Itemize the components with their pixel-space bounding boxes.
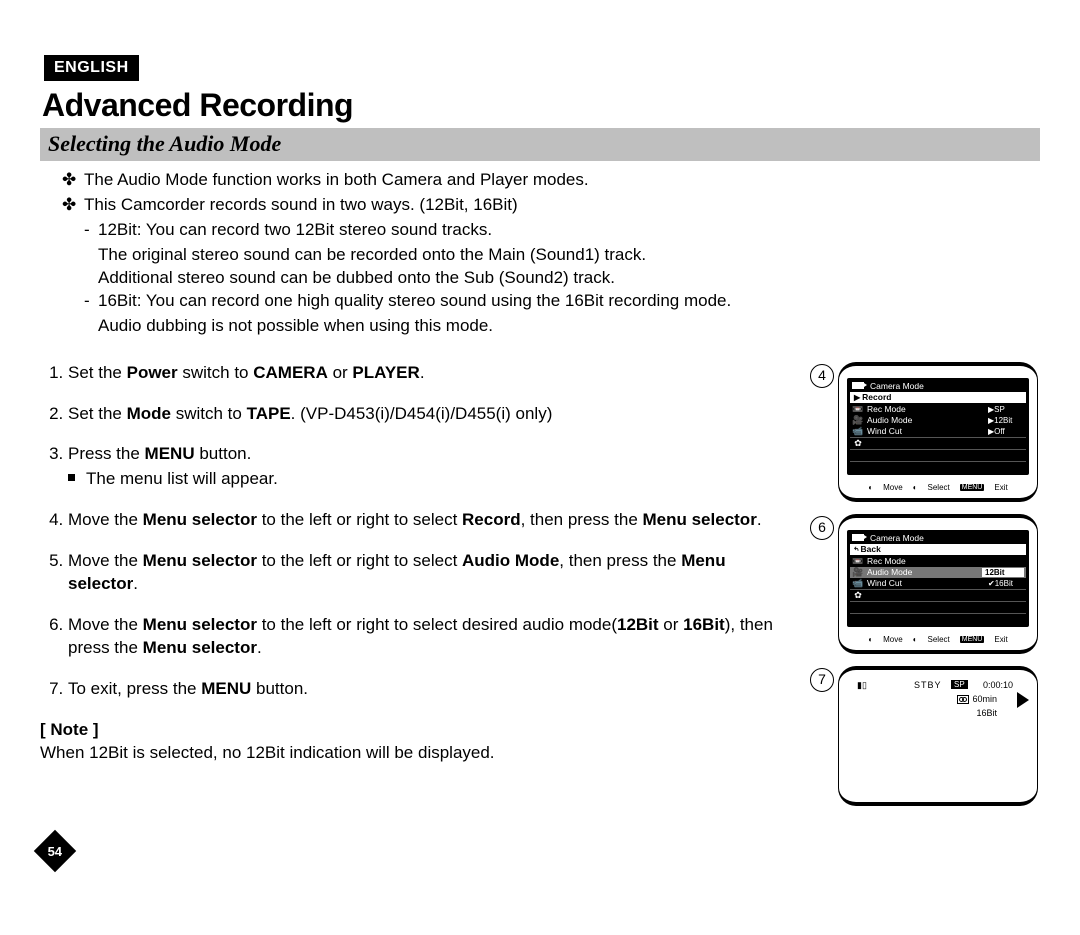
diagram-6: 6 Camera Mode ⤶Back 📼Rec Mode 🎥Audio Mod… bbox=[810, 514, 1040, 654]
intro-block: ✤ The Audio Mode function works in both … bbox=[40, 169, 1040, 338]
step-item: To exit, press the MENU button. bbox=[68, 678, 800, 701]
back-icon: ⤶ bbox=[854, 544, 858, 554]
movie-icon: 🎥 bbox=[852, 567, 864, 578]
step-subitem: The menu list will appear. bbox=[68, 468, 800, 491]
step-number-badge: 7 bbox=[810, 668, 834, 692]
sp-badge: SP bbox=[951, 680, 968, 689]
camcorder-icon: 📹 bbox=[852, 578, 864, 589]
intro-line: The Audio Mode function works in both Ca… bbox=[84, 169, 589, 192]
page-title: Advanced Recording bbox=[42, 87, 1040, 124]
timecode: 0:00:10 bbox=[983, 680, 1013, 690]
language-badge: ENGLISH bbox=[44, 55, 139, 81]
menu-badge-icon: MENU bbox=[960, 636, 985, 643]
play-icon: ▶ bbox=[854, 393, 860, 402]
bullet-icon: ✤ bbox=[62, 169, 84, 192]
intro-subline: Additional stereo sound can be dubbed on… bbox=[62, 267, 1040, 290]
note-text: When 12Bit is selected, no 12Bit indicat… bbox=[40, 742, 800, 765]
bullet-icon: ✤ bbox=[62, 194, 84, 217]
section-heading: Selecting the Audio Mode bbox=[40, 128, 1040, 161]
step-item: Set the Power switch to CAMERA or PLAYER… bbox=[68, 362, 800, 385]
diagram-column: 4 Camera Mode ▶Record 📼Rec Mode▶SP 🎥Audi… bbox=[810, 362, 1040, 806]
lcd-screen: Camera Mode ⤶Back 📼Rec Mode 🎥Audio Mode1… bbox=[838, 514, 1038, 654]
intro-subline: The original stereo sound can be recorde… bbox=[62, 244, 1040, 267]
movie-icon: 🎥 bbox=[852, 415, 864, 426]
camera-icon bbox=[852, 382, 864, 389]
gear-icon: ✿ bbox=[852, 590, 864, 601]
step-number-badge: 4 bbox=[810, 364, 834, 388]
lcd-footer: ◐Move ◐Select MENUExit bbox=[839, 635, 1037, 644]
move-icon: ◐ bbox=[868, 635, 873, 644]
step-item: Move the Menu selector to the left or ri… bbox=[68, 614, 800, 660]
move-icon: ◐ bbox=[868, 483, 873, 492]
select-icon: ◐ bbox=[913, 483, 918, 492]
tape-icon: 📼 bbox=[852, 404, 864, 415]
battery-icon: ▮▯ bbox=[857, 680, 867, 691]
camera-icon bbox=[852, 534, 864, 541]
step-item: Press the MENU button. The menu list wil… bbox=[68, 443, 800, 491]
lcd-footer: ◐Move ◐Select MENUExit bbox=[839, 483, 1037, 492]
step-item: Move the Menu selector to the left or ri… bbox=[68, 509, 800, 532]
play-triangle-icon bbox=[1017, 692, 1029, 708]
note-label: [ Note ] bbox=[40, 719, 800, 742]
step-number-badge: 6 bbox=[810, 516, 834, 540]
diagram-4: 4 Camera Mode ▶Record 📼Rec Mode▶SP 🎥Audi… bbox=[810, 362, 1040, 502]
page-number-badge: 54 bbox=[34, 829, 76, 871]
intro-line: This Camcorder records sound in two ways… bbox=[84, 194, 518, 217]
lcd-screen: ▮▯ STBY SP 0:00:10 60min 16Bit bbox=[838, 666, 1038, 806]
step-item: Set the Mode switch to TAPE. (VP-D453(i)… bbox=[68, 403, 800, 426]
status-text: STBY bbox=[914, 680, 942, 690]
camcorder-icon: 📹 bbox=[852, 426, 864, 437]
diagram-7: 7 ▮▯ STBY SP 0:00:10 60min 16Bit bbox=[810, 666, 1040, 806]
cassette-icon bbox=[957, 695, 969, 704]
intro-subline: 16Bit: You can record one high quality s… bbox=[62, 290, 1040, 313]
intro-subline: 12Bit: You can record two 12Bit stereo s… bbox=[62, 219, 1040, 242]
intro-subline: Audio dubbing is not possible when using… bbox=[62, 315, 1040, 338]
steps-column: Set the Power switch to CAMERA or PLAYER… bbox=[40, 362, 810, 806]
tape-remaining: 60min bbox=[957, 694, 997, 704]
tape-icon: 📼 bbox=[852, 556, 864, 567]
step-item: Move the Menu selector to the left or ri… bbox=[68, 550, 800, 596]
gear-icon: ✿ bbox=[852, 438, 864, 449]
lcd-screen: Camera Mode ▶Record 📼Rec Mode▶SP 🎥Audio … bbox=[838, 362, 1038, 502]
menu-badge-icon: MENU bbox=[960, 484, 985, 491]
select-icon: ◐ bbox=[913, 635, 918, 644]
bit-indicator: 16Bit bbox=[976, 708, 997, 718]
